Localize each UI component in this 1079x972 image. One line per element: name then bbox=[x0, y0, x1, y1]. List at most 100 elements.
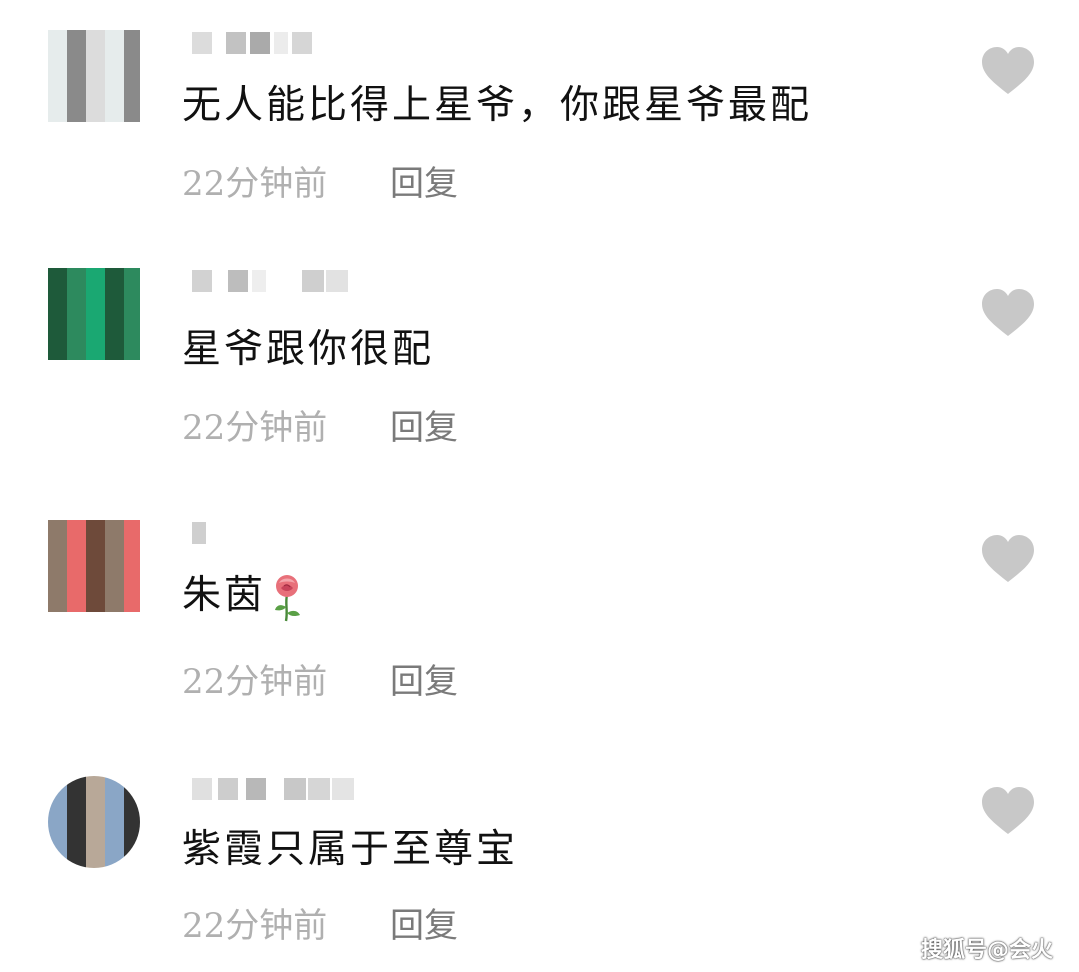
avatar-pixel bbox=[67, 87, 86, 106]
avatar-pixel bbox=[86, 596, 105, 612]
avatar-pixel bbox=[86, 106, 105, 122]
avatar-pixel bbox=[48, 577, 67, 596]
avatar-pixel bbox=[67, 596, 86, 612]
avatar-pixel bbox=[124, 539, 140, 558]
avatar-pixel bbox=[48, 558, 67, 577]
avatar-pixel bbox=[67, 852, 86, 868]
username-blurred[interactable] bbox=[192, 32, 392, 54]
avatar-pixel bbox=[124, 306, 140, 325]
avatar-pixel bbox=[67, 520, 86, 539]
avatar-pixel bbox=[124, 268, 140, 287]
avatar-pixel bbox=[105, 776, 124, 795]
avatar-pixel bbox=[86, 287, 105, 306]
avatar-pixel bbox=[67, 776, 86, 795]
comment-text: 朱茵 bbox=[182, 572, 304, 623]
avatar-pixel bbox=[105, 344, 124, 360]
avatar-pixel bbox=[67, 558, 86, 577]
avatar-pixel bbox=[86, 68, 105, 87]
reply-button[interactable]: 回复 bbox=[390, 162, 458, 206]
watermark: 搜狐号@会火 bbox=[920, 938, 1053, 963]
reply-button[interactable]: 回复 bbox=[390, 904, 458, 948]
avatar-pixel bbox=[86, 795, 105, 814]
avatar-pixel bbox=[86, 87, 105, 106]
avatar-pixel bbox=[105, 558, 124, 577]
heart-icon[interactable] bbox=[980, 534, 1036, 584]
avatar-pixel bbox=[86, 833, 105, 852]
reply-button[interactable]: 回复 bbox=[390, 660, 458, 704]
avatar-pixel bbox=[105, 30, 124, 49]
avatar[interactable] bbox=[48, 776, 140, 868]
username-blurred[interactable] bbox=[192, 270, 392, 292]
avatar-pixel bbox=[67, 106, 86, 122]
comment-text-content: 朱茵 bbox=[182, 573, 267, 618]
avatar-pixel bbox=[105, 287, 124, 306]
avatar-pixel bbox=[67, 344, 86, 360]
avatar-pixel bbox=[124, 344, 140, 360]
avatar-pixel bbox=[48, 287, 67, 306]
avatar-pixel bbox=[67, 68, 86, 87]
avatar-pixel bbox=[48, 596, 67, 612]
avatar-pixel bbox=[124, 776, 140, 795]
avatar-pixel bbox=[86, 577, 105, 596]
heart-icon[interactable] bbox=[980, 786, 1036, 836]
avatar-pixel bbox=[124, 833, 140, 852]
avatar-pixel bbox=[48, 814, 67, 833]
avatar-pixel bbox=[124, 795, 140, 814]
avatar-pixel bbox=[105, 596, 124, 612]
avatar[interactable] bbox=[48, 520, 140, 612]
avatar-pixel bbox=[86, 344, 105, 360]
avatar-pixel bbox=[105, 852, 124, 868]
avatar-pixel bbox=[67, 577, 86, 596]
username-blurred[interactable] bbox=[192, 522, 392, 544]
avatar-pixel bbox=[67, 325, 86, 344]
avatar-pixel bbox=[124, 30, 140, 49]
avatar-pixel bbox=[105, 814, 124, 833]
avatar-pixel bbox=[86, 558, 105, 577]
avatar-pixel bbox=[86, 325, 105, 344]
avatar-pixel bbox=[67, 287, 86, 306]
avatar-pixel bbox=[86, 814, 105, 833]
avatar-pixel bbox=[86, 30, 105, 49]
avatar-pixel bbox=[86, 776, 105, 795]
avatar-pixel bbox=[48, 795, 67, 814]
avatar-pixel bbox=[86, 306, 105, 325]
avatar[interactable] bbox=[48, 268, 140, 360]
avatar-pixel bbox=[124, 287, 140, 306]
avatar-pixel bbox=[67, 539, 86, 558]
avatar-pixel bbox=[48, 776, 67, 795]
avatar-pixel bbox=[86, 539, 105, 558]
comment-time: 22分钟前 bbox=[182, 408, 328, 448]
avatar-pixel bbox=[105, 49, 124, 68]
avatar-pixel bbox=[48, 539, 67, 558]
avatar-pixel bbox=[86, 49, 105, 68]
comment-text: 星爷跟你很配 bbox=[182, 327, 435, 372]
avatar-pixel bbox=[124, 577, 140, 596]
avatar-pixel bbox=[124, 106, 140, 122]
avatar-pixel bbox=[124, 520, 140, 539]
avatar-pixel bbox=[48, 852, 67, 868]
avatar-pixel bbox=[105, 106, 124, 122]
username-blurred[interactable] bbox=[192, 778, 392, 800]
avatar-pixel bbox=[105, 306, 124, 325]
avatar-pixel bbox=[105, 268, 124, 287]
avatar-pixel bbox=[67, 268, 86, 287]
avatar-pixel bbox=[105, 539, 124, 558]
reply-button[interactable]: 回复 bbox=[390, 406, 458, 450]
avatar-pixel bbox=[124, 325, 140, 344]
avatar-pixel bbox=[67, 30, 86, 49]
avatar[interactable] bbox=[48, 30, 140, 122]
rose-icon bbox=[275, 575, 301, 622]
comment-time: 22分钟前 bbox=[182, 662, 328, 702]
avatar-pixel bbox=[48, 268, 67, 287]
avatar-pixel bbox=[48, 833, 67, 852]
avatar-pixel bbox=[86, 520, 105, 539]
avatar-pixel bbox=[105, 577, 124, 596]
avatar-pixel bbox=[124, 87, 140, 106]
heart-icon[interactable] bbox=[980, 46, 1036, 96]
heart-icon[interactable] bbox=[980, 288, 1036, 338]
comment-time: 22分钟前 bbox=[182, 164, 328, 204]
avatar-pixel bbox=[124, 49, 140, 68]
avatar-pixel bbox=[124, 814, 140, 833]
avatar-pixel bbox=[67, 49, 86, 68]
avatar-pixel bbox=[124, 852, 140, 868]
